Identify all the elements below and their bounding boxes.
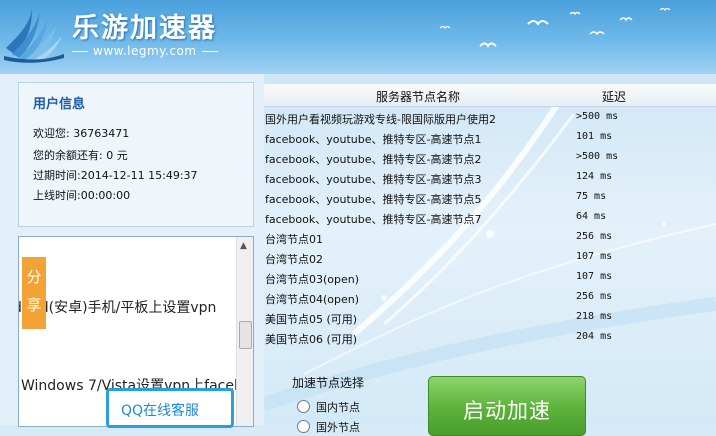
server-name: 美国节点05 (可用) <box>265 313 358 326</box>
server-latency: >500 ms <box>576 111 619 122</box>
radio-domestic[interactable] <box>297 400 310 413</box>
server-name: facebook、youtube、推特专区-高速节点7 <box>265 213 482 226</box>
server-name: facebook、youtube、推特专区-高速节点2 <box>265 153 482 166</box>
node-select-title: 加速节点选择 <box>292 376 365 390</box>
server-row[interactable]: 台湾节点02 107 ms <box>264 248 716 268</box>
app-title: 乐游加速器 <box>72 13 217 44</box>
server-row[interactable]: 美国节点05 (可用) 218 ms <box>264 308 716 328</box>
qq-service-label: QQ在线客服 <box>121 403 200 419</box>
server-name: 台湾节点03(open) <box>265 273 360 286</box>
server-row[interactable]: facebook、youtube、推特专区-高速节点7 64 ms <box>264 208 716 228</box>
server-latency: 218 ms <box>576 311 613 322</box>
start-acceleration-label: 启动加速 <box>463 399 551 423</box>
server-latency: 204 ms <box>576 331 613 342</box>
expire-time-text: 过期时间:2014-12-11 15:49:37 <box>33 169 198 182</box>
news-item[interactable]: droid(安卓)手机/平板上设置vpn <box>19 297 216 317</box>
server-latency: 256 ms <box>576 291 613 302</box>
app-url: www.legmy.com <box>72 44 218 58</box>
birds-decoration <box>439 7 671 48</box>
server-latency: >500 ms <box>576 151 619 162</box>
server-latency: 64 ms <box>576 211 607 222</box>
server-name: 国外用户看视频玩游戏专线-限国际版用户使用2 <box>265 113 496 126</box>
radio-overseas-label[interactable]: 国外节点 <box>316 419 360 435</box>
server-latency: 75 ms <box>576 191 607 202</box>
server-name: 美国节点06 (可用) <box>265 333 358 346</box>
scroll-up-arrow-icon[interactable]: ▲ <box>240 241 247 251</box>
server-latency: 101 ms <box>576 131 613 142</box>
col-header-name: 服务器节点名称 <box>376 90 461 104</box>
online-time-text: 上线时间:00:00:00 <box>33 189 131 202</box>
server-row[interactable]: facebook、youtube、推特专区-高速节点3 124 ms <box>264 168 716 188</box>
col-header-latency: 延迟 <box>602 90 627 104</box>
radio-overseas[interactable] <box>297 420 310 433</box>
server-name: facebook、youtube、推特专区-高速节点1 <box>265 133 482 146</box>
server-row[interactable]: 台湾节点01 256 ms <box>264 228 716 248</box>
share-tab[interactable]: 分享 <box>22 257 46 329</box>
user-info-title: 用户信息 <box>33 97 86 112</box>
server-name: 台湾节点04(open) <box>265 293 360 306</box>
server-name: facebook、youtube、推特专区-高速节点3 <box>265 173 482 186</box>
balance-text: 您的余额还有: 0 元 <box>33 149 128 162</box>
news-scrollbar[interactable]: ▲ <box>236 237 253 426</box>
start-acceleration-button[interactable]: 启动加速 <box>428 376 586 436</box>
server-latency: 107 ms <box>576 251 613 262</box>
radio-domestic-label[interactable]: 国内节点 <box>316 399 360 415</box>
book-logo-icon <box>4 8 64 63</box>
user-info-panel: 用户信息 欢迎您: 36763471 您的余额还有: 0 元 过期时间:2014… <box>18 82 254 227</box>
scroll-thumb[interactable] <box>239 321 252 349</box>
server-latency: 107 ms <box>576 271 613 282</box>
server-name: facebook、youtube、推特专区-高速节点5 <box>265 193 482 206</box>
server-latency: 124 ms <box>576 171 613 182</box>
server-name: 台湾节点02 <box>265 253 323 266</box>
server-row[interactable]: 台湾节点04(open) 256 ms <box>264 288 716 308</box>
server-row[interactable]: facebook、youtube、推特专区-高速节点5 75 ms <box>264 188 716 208</box>
server-row[interactable]: 美国节点06 (可用) 204 ms <box>264 328 716 348</box>
server-row[interactable]: facebook、youtube、推特专区-高速节点1 101 ms <box>264 128 716 148</box>
server-latency: 256 ms <box>576 231 613 242</box>
server-row[interactable]: 国外用户看视频玩游戏专线-限国际版用户使用2 >500 ms <box>264 108 716 128</box>
qq-service-button[interactable]: QQ在线客服 <box>106 388 234 428</box>
server-row[interactable]: 台湾节点03(open) 107 ms <box>264 268 716 288</box>
server-name: 台湾节点01 <box>265 233 323 246</box>
server-table-header: 服务器节点名称 延迟 <box>264 84 716 107</box>
welcome-text: 欢迎您: 36763471 <box>33 127 130 140</box>
server-row[interactable]: facebook、youtube、推特专区-高速节点2 >500 ms <box>264 148 716 168</box>
app-header: 乐游加速器 www.legmy.com <box>0 0 716 74</box>
